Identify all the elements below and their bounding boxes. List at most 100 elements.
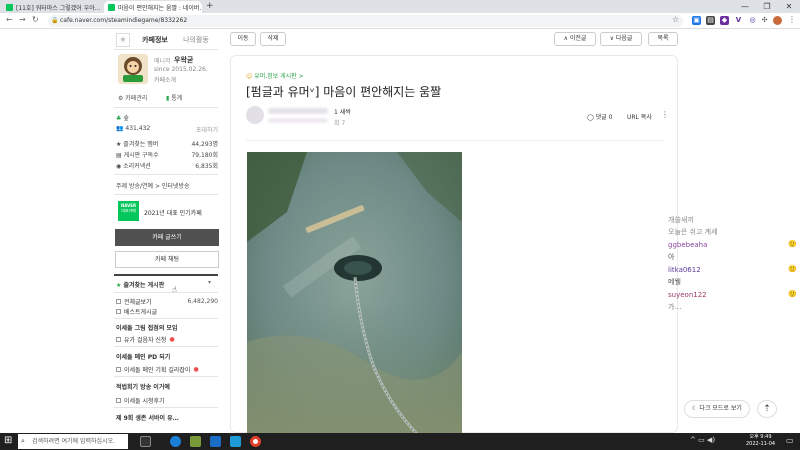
extension-icon[interactable]: ▣ <box>692 16 701 25</box>
app-icon[interactable] <box>230 436 241 447</box>
new-badge-icon: ● <box>169 336 175 343</box>
delete-button[interactable]: 삭제 <box>260 32 286 46</box>
tray-icons[interactable]: ^ ▭ ◀) <box>690 436 715 444</box>
task-view-icon[interactable] <box>140 436 151 447</box>
stat-row: ★ 즐겨찾는 멤버 44,293명 <box>116 141 218 148</box>
emoji-icon: 🙂 <box>788 240 797 248</box>
tab-label: 마음이 편안해지는 움짤 : 네이버… <box>118 4 202 12</box>
edge-icon[interactable] <box>170 436 181 447</box>
extension-icon[interactable]: ◆ <box>720 16 729 25</box>
cafe-sidebar: ★ 카페정보 나의활동 매니저 우왁굳 since 2015.02.26. 카페… <box>110 29 222 433</box>
windows-start-icon[interactable]: ⊞ <box>4 435 12 446</box>
smile-icon: ☺ <box>246 73 253 80</box>
menu-group-title: 이세돌 그림 접점의 모임 <box>116 325 178 332</box>
browser-tab-1[interactable]: [11호] 워터마스 그렇겠어 우아… × <box>2 1 102 13</box>
naver-badge-icon: NAVER 대표카페 <box>118 201 139 221</box>
comments-link[interactable]: ◯ 댓글 0 <box>587 112 612 121</box>
extension-icon[interactable]: ▤ <box>706 16 715 25</box>
tab-my-activity[interactable]: 나의활동 <box>176 32 216 48</box>
cafe-level: 숲 <box>123 115 129 122</box>
chat-message: 개쓸새끼 <box>668 216 694 224</box>
stats-link[interactable]: ▮ 통계 <box>166 93 182 102</box>
app-icon[interactable] <box>190 436 201 447</box>
avatar[interactable] <box>773 16 782 25</box>
clock[interactable]: 오후 9:49 2022-11-04 <box>746 434 775 448</box>
menu-item-all-posts[interactable]: 전체글보기 6,482,290 <box>116 297 218 306</box>
fav-board-header[interactable]: ★ 즐겨찾는 게시판 <box>116 280 164 289</box>
menu-group-title: 적법회기 방송 이거예 <box>116 384 170 391</box>
new-tab-button[interactable]: + <box>206 1 214 11</box>
menu-item-best[interactable]: 베스트게시글 <box>116 307 157 316</box>
lock-icon: 🔒 <box>51 17 59 24</box>
tab-label: [11호] 워터마스 그렇겠어 우아… <box>16 4 101 12</box>
cafe-logo <box>118 54 148 84</box>
star-icon[interactable]: ☆ <box>672 15 679 24</box>
tree-icon: ♣ <box>116 115 122 122</box>
article-area: 이동 삭제 ∧ 이전글 ∨ 다음글 목록 ☺ 유머,정보 게시판 > [펌글과 … <box>230 29 678 434</box>
cafe-topic[interactable]: 주제 방송/연예 > 인터넷방송 <box>116 181 190 190</box>
author-name[interactable] <box>268 108 328 114</box>
star-icon[interactable]: ★ <box>116 33 130 47</box>
naver-favicon-icon <box>6 3 13 11</box>
chrome-icon[interactable] <box>250 436 261 447</box>
url-copy-button[interactable]: URL 복사 <box>627 112 652 121</box>
next-post-button[interactable]: ∨ 다음글 <box>600 32 642 46</box>
extension-icon[interactable]: ◎ <box>748 16 757 25</box>
article-card: ☺ 유머,정보 게시판 > [펌글과 유머ᵛ] 마음이 편안해지는 움짤 1 새… <box>230 55 678 434</box>
emoji-icon: 🙂 <box>788 265 797 273</box>
menu-item[interactable]: 이세돌 메인 기획 길라잡이 ● <box>116 365 199 374</box>
chat-username: ggbebeaha <box>668 241 708 249</box>
board-link[interactable]: ☺ 유머,정보 게시판 > <box>246 71 304 80</box>
menu-icon[interactable]: ⋮ <box>788 15 796 24</box>
author-level: 1 새싹 <box>334 109 351 116</box>
chat-message: 가… <box>668 303 682 311</box>
manager-name[interactable]: 우왁굳 <box>174 55 193 65</box>
write-post-button[interactable]: 카페 글쓰기 <box>115 229 219 246</box>
cafe-admin-link[interactable]: ⚙ 카페관리 <box>118 93 147 102</box>
menu-group-title: 이세돌 메인 PD 되기 <box>116 354 171 361</box>
badge-text: 2021년 대표 인기카페 <box>144 210 202 217</box>
minimize-button[interactable]: — <box>734 0 756 13</box>
article-gif-image[interactable] <box>247 152 462 434</box>
taskbar-search-input[interactable]: ⌕ 검색하려면 여기에 입력하십시오. <box>18 434 128 449</box>
menu-item[interactable]: 유가 걸음자 신청 ● <box>116 335 175 344</box>
extension-icon[interactable]: V <box>734 16 743 25</box>
browser-tab-bar: [11호] 워터마스 그렇겠어 우아… × 마음이 편안해지는 움짤 : 네이버… <box>0 0 800 13</box>
scroll-top-button[interactable]: ⇡ <box>757 400 777 418</box>
invite-link[interactable]: 초대하기 <box>196 125 218 134</box>
new-badge-icon: ● <box>193 366 199 373</box>
chart-icon: ▮ <box>166 95 170 102</box>
stat-row: ◉ 소리커넥션 6,835회 <box>116 163 218 170</box>
move-button[interactable]: 이동 <box>230 32 256 46</box>
board-icon <box>116 367 121 372</box>
chat-username: suyeon122 <box>668 291 707 299</box>
windows-taskbar: ⊞ ⌕ 검색하려면 여기에 입력하십시오. ^ ▭ ◀) 오후 9:49 202… <box>0 433 800 450</box>
url-text: cafe.naver.com/steamindiegame/8332262 <box>60 17 188 24</box>
chevron-down-icon[interactable]: ▾ <box>208 279 211 286</box>
url-field[interactable]: 🔒 cafe.naver.com/steamindiegame/8332262 <box>48 15 683 27</box>
author-avatar[interactable] <box>246 106 264 124</box>
browser-tab-2[interactable]: 마음이 편안해지는 움짤 : 네이버… × <box>104 1 202 13</box>
close-window-button[interactable]: ✕ <box>778 0 800 13</box>
back-icon[interactable]: ← <box>6 15 13 24</box>
chat-message: 오늘은 쉬고 계세 <box>668 228 718 236</box>
puzzle-icon[interactable]: ✣ <box>760 16 769 25</box>
cafe-intro-link[interactable]: 카페소개 <box>154 75 176 84</box>
prev-post-button[interactable]: ∧ 이전글 <box>554 32 596 46</box>
dark-mode-button[interactable]: ☾ 다크 모드로 보기 <box>684 400 750 418</box>
notification-icon[interactable]: ▭ <box>786 436 794 445</box>
reload-icon[interactable]: ↻ <box>32 15 39 24</box>
list-button[interactable]: 목록 <box>648 32 678 46</box>
app-icon[interactable] <box>210 436 221 447</box>
forward-icon[interactable]: → <box>19 15 26 24</box>
star-icon: ★ <box>116 282 122 289</box>
menu-item[interactable]: 이세돌 시청후기 <box>116 396 165 405</box>
comment-icon: ◯ <box>587 114 594 121</box>
chat-message: 메웰 <box>668 278 681 286</box>
maximize-button[interactable]: ❐ <box>756 0 778 13</box>
search-icon: ⌕ <box>21 437 25 445</box>
more-icon[interactable]: ⋮ <box>661 110 669 119</box>
stat-row: ▤ 게시판 구독수 79,180회 <box>116 152 218 159</box>
tab-cafe-info[interactable]: 카페정보 <box>136 32 174 48</box>
cafe-chat-button[interactable]: 카페 채팅 <box>115 251 219 268</box>
